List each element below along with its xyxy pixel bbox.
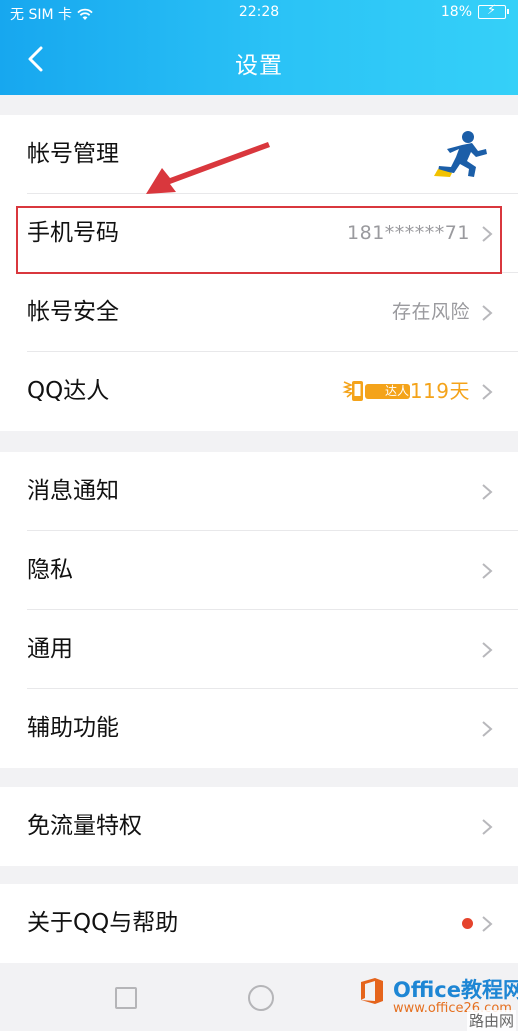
row-label: 帐号管理	[27, 141, 119, 167]
expert-days-value: 119天	[409, 379, 470, 403]
watermark-title: Office教程网	[393, 978, 518, 1002]
account-management-row[interactable]: 帐号管理	[0, 115, 518, 194]
phone-number-row[interactable]: 手机号码 181******71	[0, 194, 518, 273]
chevron-right-icon	[482, 384, 493, 400]
recent-apps-button[interactable]	[115, 987, 137, 1009]
row-label: 消息通知	[27, 478, 119, 504]
about-help-row[interactable]: 关于QQ与帮助	[0, 884, 518, 963]
privilege-group: 免流量特权	[0, 787, 518, 866]
phone-number-value: 181******71	[347, 222, 470, 244]
qq-runner-icon	[434, 131, 487, 177]
chevron-right-icon	[482, 563, 493, 579]
chevron-right-icon	[482, 819, 493, 835]
free-data-privilege-row[interactable]: 免流量特权	[0, 787, 518, 866]
chevron-right-icon	[482, 484, 493, 500]
general-settings-group: 消息通知 隐私 通用 辅助功能	[0, 452, 518, 768]
row-label: 辅助功能	[27, 715, 119, 741]
security-status-value: 存在风险	[391, 301, 470, 323]
about-group: 关于QQ与帮助	[0, 884, 518, 963]
notification-dot	[462, 918, 473, 929]
row-label: 免流量特权	[27, 813, 142, 839]
office-logo-icon	[361, 978, 383, 1004]
battery-icon: ⚡	[478, 3, 509, 19]
row-label: 帐号安全	[27, 299, 119, 325]
app-header: 无 SIM 卡 22:28 18% ⚡ 设置	[0, 0, 518, 95]
home-button[interactable]	[248, 985, 274, 1011]
general-row[interactable]: 通用	[0, 610, 518, 689]
message-notification-row[interactable]: 消息通知	[0, 452, 518, 531]
row-label: 手机号码	[27, 220, 119, 246]
watermark-corner-text: 路由网	[466, 1010, 516, 1031]
expert-badge-label: 达人	[384, 384, 409, 398]
chevron-right-icon	[482, 226, 493, 242]
row-label: QQ达人	[27, 378, 110, 404]
battery-percent: 18%	[440, 4, 472, 20]
row-label: 通用	[27, 636, 73, 662]
qq-expert-row[interactable]: QQ达人 达人 119天	[0, 352, 518, 431]
chevron-right-icon	[482, 642, 493, 658]
accessibility-row[interactable]: 辅助功能	[0, 689, 518, 768]
page-title: 设置	[235, 53, 283, 79]
row-label: 隐私	[27, 557, 73, 583]
row-label: 关于QQ与帮助	[27, 910, 179, 936]
privacy-row[interactable]: 隐私	[0, 531, 518, 610]
chevron-right-icon	[482, 916, 493, 932]
nav-bar: 设置	[0, 30, 518, 92]
chevron-right-icon	[482, 721, 493, 737]
chevron-right-icon	[482, 305, 493, 321]
status-bar: 无 SIM 卡 22:28 18% ⚡	[0, 0, 518, 26]
account-security-row[interactable]: 帐号安全 存在风险	[0, 273, 518, 352]
account-group: 帐号管理 手机号码 181******71 帐号安全 存在风险 QQ达人 达人 …	[0, 115, 518, 431]
watermark: Office教程网 www.office26.com 路由网	[353, 972, 518, 1031]
